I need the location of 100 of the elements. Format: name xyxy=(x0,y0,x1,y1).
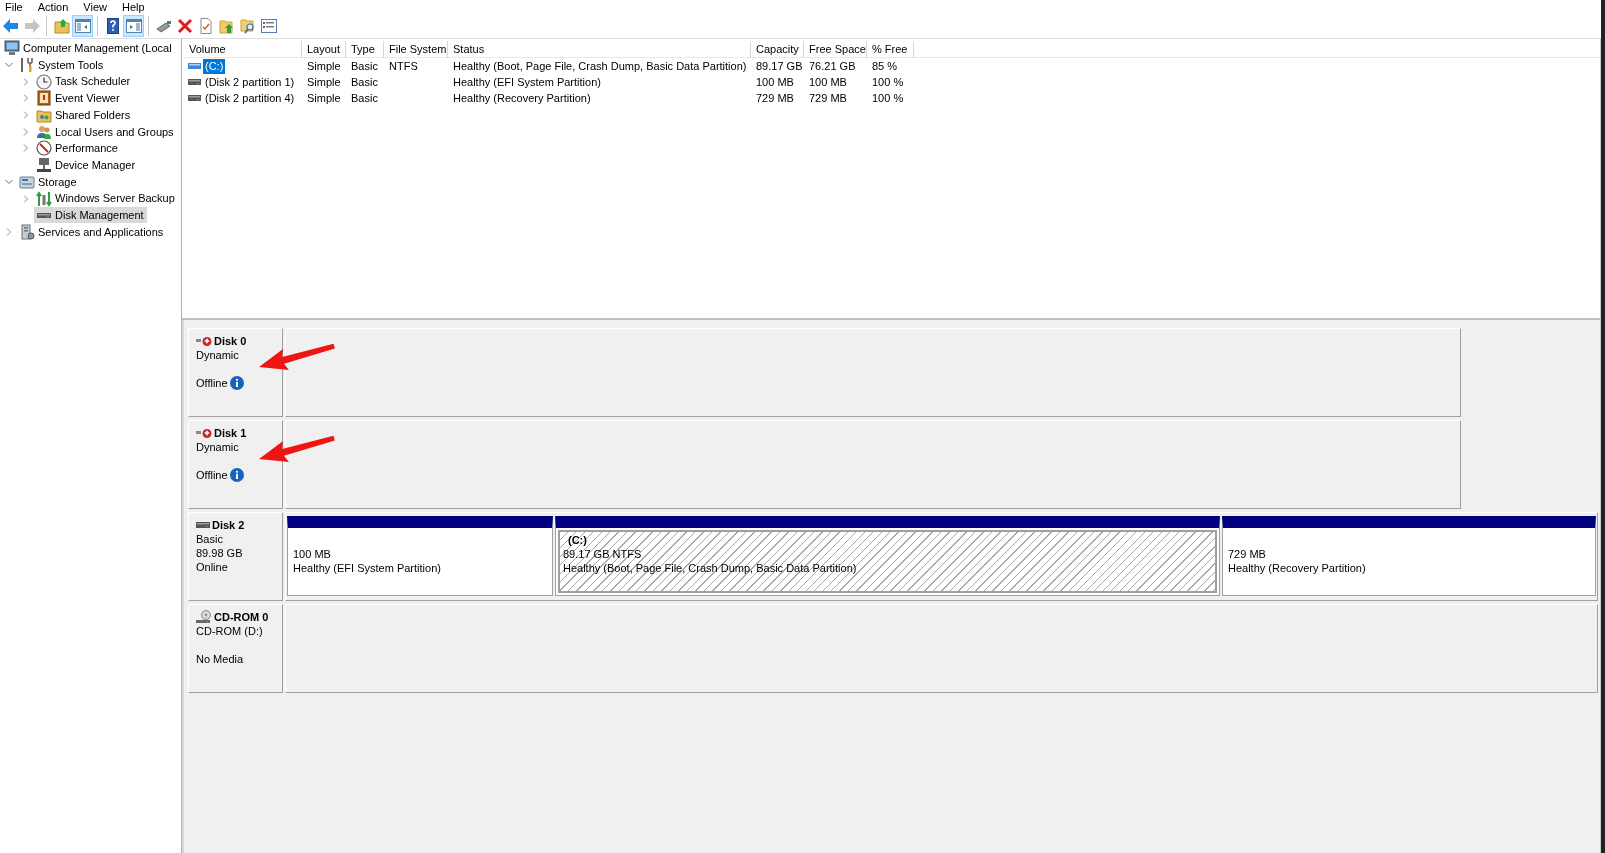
tree-item[interactable]: Services and Applications xyxy=(17,223,167,240)
slashed-circle-icon xyxy=(36,140,52,157)
disk-type: CD-ROM (D:) xyxy=(196,624,263,638)
disk-name: Disk 2 xyxy=(212,518,245,532)
storage-icon xyxy=(19,173,35,190)
table-cell-text: Healthy (EFI System Partition) xyxy=(452,74,602,90)
partition-size: 100 MB xyxy=(293,547,331,561)
column-header[interactable]: Layout xyxy=(302,41,346,58)
log-book-icon xyxy=(36,90,52,107)
partition[interactable]: 100 MB Healthy (EFI System Partition) xyxy=(287,516,553,596)
partition[interactable]: 729 MB Healthy (Recovery Partition) xyxy=(1222,516,1596,596)
disk-status: Offline xyxy=(196,468,228,482)
drive-icon xyxy=(188,94,201,102)
partition[interactable]: (C:) 89.17 GB NTFS Healthy (Boot, Page File, Crash Dump, Basic Data Partition) xyxy=(555,516,1220,596)
tree-item[interactable]: Storage xyxy=(17,173,80,190)
menu-item[interactable]: Help xyxy=(121,0,145,14)
window-pane-icon xyxy=(74,18,91,34)
tree-item[interactable]: Event Viewer xyxy=(34,90,123,107)
table-cell-text: Healthy (Recovery Partition) xyxy=(452,90,592,106)
disk-status: Offline xyxy=(196,376,228,390)
window-pane-icon xyxy=(125,18,142,34)
column-header[interactable]: Volume xyxy=(184,41,302,58)
drive-icon xyxy=(188,62,201,70)
disk-header-panel[interactable]: CD-ROM 0 CD-ROM (D:) No Media xyxy=(188,604,283,693)
menu-item[interactable]: View xyxy=(83,0,107,14)
table-cell-text: 89.17 GB xyxy=(755,58,804,74)
disk-name: Disk 0 xyxy=(214,334,247,348)
drive-icon xyxy=(188,78,201,86)
action-pane-button[interactable] xyxy=(123,15,144,37)
tools-icon xyxy=(19,57,35,74)
disk-header-panel[interactable]: Disk 2 Basic 89.98 GB Online xyxy=(188,512,283,601)
table-cell-text: Basic xyxy=(350,74,379,90)
arrow-left-icon xyxy=(2,18,19,34)
info-icon[interactable] xyxy=(229,468,244,482)
disk-name: CD-ROM 0 xyxy=(214,610,269,624)
table-cell-text: Simple xyxy=(306,74,342,90)
device-icon xyxy=(36,157,52,174)
column-header[interactable]: File System xyxy=(384,41,448,58)
partition-status: Healthy (EFI System Partition) xyxy=(293,561,441,575)
tree-item[interactable]: Performance xyxy=(34,140,121,157)
clock-icon xyxy=(36,73,52,90)
users-icon xyxy=(36,123,52,140)
disk-name: Disk 1 xyxy=(214,426,247,440)
up-down-arrows-icon xyxy=(36,190,52,207)
document-check-icon xyxy=(197,18,214,34)
column-header[interactable]: Free Space xyxy=(804,41,867,58)
disk-type: Dynamic xyxy=(196,440,239,454)
column-header[interactable]: Capacity xyxy=(751,41,804,58)
table-cell-text: Healthy (Boot, Page File, Crash Dump, Basic Data Partition) xyxy=(452,58,748,74)
table-cell-text: Basic xyxy=(350,90,379,106)
column-header[interactable]: Status xyxy=(448,41,751,58)
tree-item[interactable]: Task Scheduler xyxy=(34,73,134,90)
connector-icon xyxy=(155,18,172,34)
shared-folder-icon xyxy=(36,107,52,124)
table-cell[interactable]: (Disk 2 partition 1) xyxy=(203,74,297,90)
table-cell-text: 100 % xyxy=(871,90,905,106)
menu-item[interactable]: Action xyxy=(37,0,69,14)
column-header[interactable]: Type xyxy=(346,41,384,58)
table-cell-text: Simple xyxy=(306,90,342,106)
disk-type: Dynamic xyxy=(196,348,239,362)
help-icon xyxy=(104,18,121,34)
tree-item[interactable]: System Tools xyxy=(17,57,107,74)
disk-header-panel[interactable]: Disk 0 Dynamic Offline xyxy=(188,328,283,417)
tree-item[interactable]: Shared Folders xyxy=(34,107,134,124)
partition-size: 89.17 GB NTFS xyxy=(563,547,642,561)
disk-type: Basic xyxy=(196,532,223,546)
table-cell[interactable]: (C:) xyxy=(203,58,226,74)
table-cell-text: 729 MB xyxy=(808,90,848,106)
table-cell-text: 729 MB xyxy=(755,90,795,106)
table-cell-text: 100 % xyxy=(871,74,905,90)
table-cell-text: 100 MB xyxy=(755,74,795,90)
column-header[interactable]: % Free xyxy=(867,41,914,58)
table-cell-text: Basic xyxy=(350,58,379,74)
disk-size: 89.98 GB xyxy=(196,546,243,560)
list-icon xyxy=(260,18,277,34)
table-cell[interactable]: (Disk 2 partition 4) xyxy=(203,90,297,106)
tree-item[interactable]: Windows Server Backup xyxy=(34,190,178,207)
chevron-down-icon[interactable] xyxy=(4,177,13,186)
tree-item[interactable]: Device Manager xyxy=(34,157,139,174)
chevron-down-icon[interactable] xyxy=(4,61,13,70)
partition-status: Healthy (Recovery Partition) xyxy=(1228,561,1366,575)
partition-label: (C:) xyxy=(567,533,587,547)
tree-item[interactable]: Local Users and Groups xyxy=(34,123,177,140)
table-cell-text: Simple xyxy=(306,58,342,74)
tree-item[interactable]: Computer Management (Local xyxy=(2,40,175,57)
disk-header-panel[interactable]: Disk 1 Dynamic Offline xyxy=(188,420,283,509)
table-cell-text: NTFS xyxy=(388,58,419,74)
arrow-right-icon xyxy=(23,18,40,34)
disk-status: Online xyxy=(196,560,228,574)
server-icon xyxy=(19,223,35,240)
delete-icon xyxy=(176,18,193,34)
info-icon[interactable] xyxy=(229,376,244,390)
table-cell-text: 85 % xyxy=(871,58,899,74)
table-cell-text: 76.21 GB xyxy=(808,58,857,74)
folder-arrow-icon xyxy=(218,18,235,34)
tree-item[interactable]: Disk Management xyxy=(34,207,147,224)
partition-status: Healthy (Boot, Page File, Crash Dump, Basic Data Partition) xyxy=(563,561,857,575)
console-tree-button[interactable] xyxy=(72,15,93,37)
menu-item[interactable]: File xyxy=(5,0,23,14)
table-cell-text: 100 MB xyxy=(808,74,848,90)
